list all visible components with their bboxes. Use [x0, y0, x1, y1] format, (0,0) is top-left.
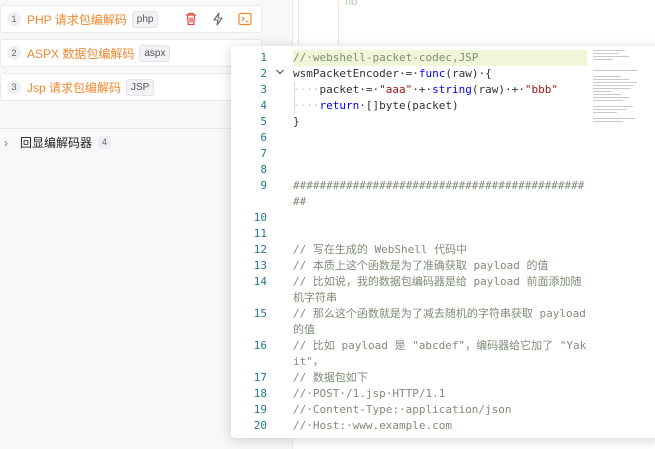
- codec-index: 1: [7, 12, 21, 26]
- background-editor: no: [293, 0, 655, 46]
- code-content[interactable]: //·webshell-packet-codec,JSP wsmPacketEn…: [293, 46, 589, 438]
- code-line-14: // 比如说，我的数据包编码器是给 payload 前面添加随机字符串: [293, 275, 582, 304]
- divider: [338, 0, 339, 46]
- minimap[interactable]: [593, 46, 653, 438]
- codec-index: 3: [7, 80, 21, 94]
- minimap-line: [593, 85, 633, 86]
- line-number: 19: [253, 403, 267, 416]
- background-code-text: no: [345, 0, 358, 8]
- code-line-15: // 那么这个函数就是为了减去随机的字符串获取 payload 的值: [293, 307, 586, 336]
- minimap-line: [593, 82, 637, 83]
- line-number: 5: [260, 115, 267, 128]
- minimap-line: [593, 118, 635, 119]
- line-number-gutter: 1 2 3 4 5 6 7 8 9 10 11 12 13 14 15 16 1…: [231, 46, 273, 438]
- codec-index: 2: [7, 46, 21, 60]
- minimap-line: [593, 76, 621, 77]
- codec-item-aspx[interactable]: 2 ASPX 数据包编解码 aspx: [0, 39, 262, 67]
- codec-row-actions: [183, 11, 253, 27]
- minimap-line: [593, 97, 629, 98]
- line-number: 16: [253, 339, 267, 352]
- line-number: 1: [260, 51, 267, 64]
- code-line-3: ····packet·=·"aaa"·+·string(raw)·+·"bbb": [293, 83, 558, 96]
- code-line-9: ########################################…: [293, 179, 585, 208]
- minimap-line: [593, 70, 637, 71]
- codec-item-php[interactable]: 1 PHP 请求包编解码 php: [0, 5, 262, 33]
- line-number: 15: [253, 307, 267, 320]
- line-number: 13: [253, 259, 267, 272]
- line-number: 11: [253, 227, 267, 240]
- terminal-icon[interactable]: [237, 11, 253, 27]
- line-number: 8: [260, 163, 267, 176]
- code-line-18: //·POST·/1.jsp·HTTP/1.1: [293, 387, 446, 400]
- line-number: 2: [260, 67, 267, 80]
- minimap-line: [593, 56, 629, 57]
- code-line-2: wsmPacketEncoder·=·func(raw)·{: [293, 67, 492, 80]
- code-line-20: //·Host:·www.example.com: [293, 419, 452, 432]
- minimap-line: [593, 109, 627, 110]
- line-number: 14: [253, 275, 267, 288]
- code-line-5: }: [293, 115, 300, 128]
- line-number: 20: [253, 419, 267, 432]
- codec-item-jsp[interactable]: 3 Jsp 请求包编解码 JSP: [0, 73, 262, 101]
- minimap-line: [593, 53, 619, 54]
- line-number: 4: [260, 99, 267, 112]
- code-line-13: // 本质上这个函数是为了准确获取 payload 的值: [293, 259, 549, 272]
- code-line-12: // 写在生成的 WebShell 代码中: [293, 243, 468, 256]
- code-line-19: //·Content-Type:·application/json: [293, 403, 512, 416]
- group-count-badge: 4: [98, 136, 112, 149]
- code-line-1: //·webshell-packet-codec,JSP: [293, 51, 479, 64]
- code-line-17: // 数据包如下: [293, 371, 368, 384]
- codec-tag: php: [131, 10, 159, 28]
- line-number: 18: [253, 387, 267, 400]
- minimap-line: [593, 88, 631, 89]
- line-number: 9: [260, 179, 267, 192]
- minimap-line: [593, 94, 621, 95]
- minimap-line: [593, 50, 625, 51]
- minimap-line: [593, 59, 613, 60]
- line-number: 7: [260, 147, 267, 160]
- line-number: 12: [253, 243, 267, 256]
- trash-icon[interactable]: [183, 11, 199, 27]
- code-line-16: // 比如 payload 是 "abcdef"，编码器给它加了 "Yakit"…: [293, 339, 587, 368]
- minimap-line: [593, 79, 629, 80]
- codec-name: Jsp 请求包编解码: [27, 80, 122, 95]
- codec-name: PHP 请求包编解码: [27, 12, 127, 27]
- codec-name: ASPX 数据包编解码: [27, 46, 135, 61]
- minimap-line: [593, 100, 623, 101]
- minimap-line: [593, 106, 633, 107]
- minimap-line: [593, 121, 623, 122]
- chevron-right-icon[interactable]: ›: [4, 136, 8, 150]
- minimap-line: [593, 91, 611, 92]
- line-number: 17: [253, 371, 267, 384]
- fold-chevron-icon[interactable]: [275, 67, 285, 77]
- minimap-line: [593, 112, 617, 113]
- line-number: 10: [253, 211, 267, 224]
- codec-tag: JSP: [126, 78, 155, 96]
- lightning-icon[interactable]: [210, 11, 226, 27]
- group-title: 回显编解码器: [20, 136, 93, 150]
- line-number: 6: [260, 131, 267, 144]
- codec-tag: aspx: [139, 44, 171, 62]
- code-line-4: ····return·[]byte(packet): [293, 99, 459, 112]
- line-number: 3: [260, 83, 267, 96]
- divider: [298, 0, 299, 46]
- code-editor-popover[interactable]: 1 2 3 4 5 6 7 8 9 10 11 12 13 14 15 16 1…: [231, 46, 655, 438]
